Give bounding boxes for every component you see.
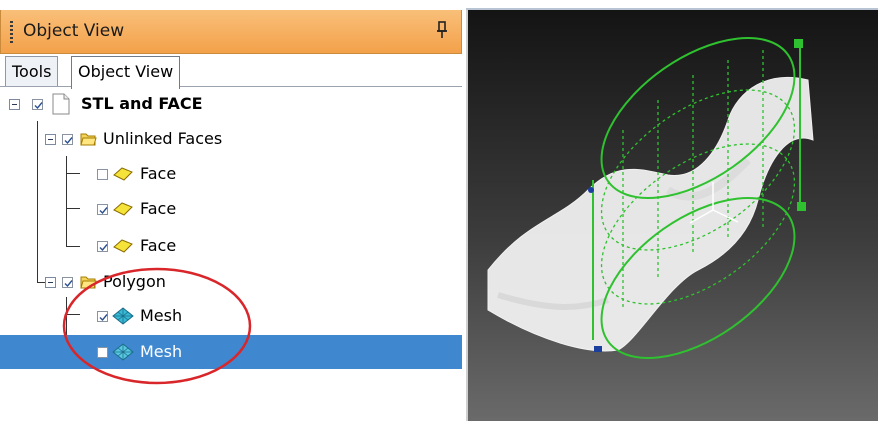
visibility-checkbox[interactable]: [97, 241, 108, 252]
control-point[interactable]: [797, 202, 806, 211]
highlight-ellipse: [62, 267, 252, 385]
tab-object-view[interactable]: Object View: [71, 56, 181, 89]
object-view-panel: Object View Tools Object View STL and FA…: [0, 0, 466, 421]
object-tree: STL and FACE Unlinked Faces Face Face Fa…: [0, 87, 462, 421]
collapse-toggle-icon[interactable]: [45, 277, 56, 288]
tree-row-face[interactable]: Face: [0, 229, 462, 263]
drag-grip-icon[interactable]: [10, 21, 13, 43]
pin-icon[interactable]: [435, 20, 449, 40]
tree-label: Unlinked Faces: [103, 129, 223, 148]
viewport-canvas[interactable]: [468, 10, 878, 421]
visibility-checkbox[interactable]: [97, 169, 108, 180]
tree-label: STL and FACE: [81, 94, 203, 113]
tree-row-face[interactable]: Face: [0, 157, 462, 191]
control-point[interactable]: [794, 39, 803, 48]
visibility-checkbox[interactable]: [32, 99, 43, 110]
tree-label: Face: [140, 236, 177, 255]
face-icon: [113, 202, 133, 216]
panel-tabs: Tools Object View: [5, 56, 465, 89]
face-icon: [113, 239, 133, 253]
collapse-toggle-icon[interactable]: [9, 99, 20, 110]
mesh-surface: [487, 76, 814, 352]
control-point[interactable]: [588, 187, 594, 193]
folder-open-icon: [80, 133, 97, 146]
tree-label: Face: [140, 164, 177, 183]
tree-row-unlinked-faces[interactable]: Unlinked Faces: [0, 122, 462, 156]
face-icon: [113, 167, 133, 181]
tree-row-root[interactable]: STL and FACE: [0, 87, 462, 121]
tree-label: Face: [140, 199, 177, 218]
collapse-toggle-icon[interactable]: [45, 134, 56, 145]
tree-row-face[interactable]: Face: [0, 192, 462, 226]
document-icon: [52, 93, 70, 115]
panel-title: Object View: [23, 21, 125, 41]
3d-viewport[interactable]: [466, 10, 878, 421]
panel-titlebar[interactable]: Object View: [0, 8, 462, 54]
visibility-checkbox[interactable]: [97, 204, 108, 215]
control-point[interactable]: [594, 346, 602, 352]
tab-tools[interactable]: Tools: [5, 56, 59, 87]
visibility-checkbox[interactable]: [62, 134, 73, 145]
